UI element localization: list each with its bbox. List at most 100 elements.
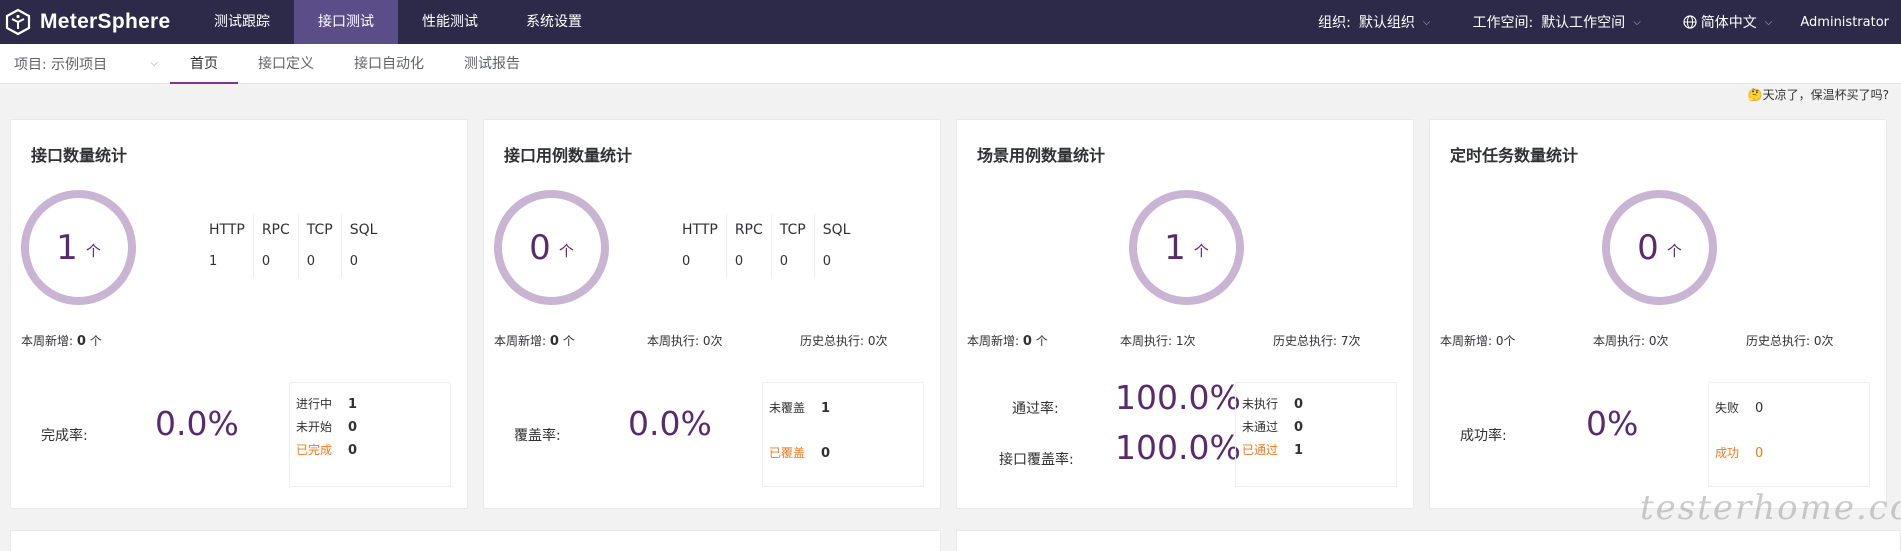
protocol-header: SQL [349,222,378,238]
menu-test-track[interactable]: 测试跟踪 [190,0,294,44]
legend-value: 0 [821,446,831,461]
status-legend: 未覆盖 1 已覆盖 0 [762,382,924,487]
workspace-label: 工作空间: [1472,15,1534,31]
count-number: 0 [529,227,551,268]
week-new-unit: 个 [89,334,102,348]
legend-label: 成功 [1715,446,1740,460]
chevron-down-icon: ⌵ [1764,16,1773,28]
week-new-stat: 本周新增: 0 个 [494,332,575,349]
legend-label: 未开始 [296,420,333,434]
protocol-header: HTTP [209,222,245,238]
pass-rate-label: 通过率: [1012,401,1059,417]
protocol-header: SQL [822,222,851,238]
legend-label: 未通过 [1242,420,1279,434]
status-legend: 未执行 0 未通过 0 已通过 1 [1235,382,1397,487]
project-select[interactable]: 项目: 示例项目 ⌵ [0,54,170,74]
org-select[interactable]: 默认组织 ⌵ [1359,12,1431,32]
protocol-value: 0 [349,254,359,269]
rate-label: 成功率: [1460,428,1507,444]
logo-text: MeterSphere [40,10,171,33]
legend-value: 1 [821,401,831,416]
legend-value: 0 [1294,420,1304,435]
count-number: 1 [1164,227,1186,268]
workspace-value: 默认工作空间 [1541,15,1626,31]
scenario-count-card: 场景用例数量统计 1 个 本周新增: 0 个 本周执行: 1次 历史总执行: 7… [956,119,1414,509]
api-count-card: 接口数量统计 1 个 HTTP 1 RPC 0 TCP 0 SQL 0 本周新增: 0 … [10,119,468,509]
protocol-value: 0 [734,254,744,269]
card-title: 接口数量统计 [31,146,128,165]
tab-api-definition[interactable]: 接口定义 [238,44,334,84]
legend-label: 失败 [1715,401,1740,415]
legend-label: 未覆盖 [769,401,806,415]
count-ring: 1 个 [21,190,136,305]
metersphere-logo-icon [5,8,31,36]
protocol-table: HTTP 0 RPC 0 TCP 0 SQL 0 [682,214,858,278]
menu-api-test[interactable]: 接口测试 [294,0,398,44]
legend-value: 0 [348,443,358,458]
rate-label: 覆盖率: [514,428,561,444]
chevron-down-icon: ⌵ [150,58,158,69]
week-exec-stat: 本周执行: 0次 [1593,334,1669,348]
tab-home[interactable]: 首页 [170,44,238,84]
protocol-value: 0 [779,254,789,269]
protocol-header: RPC [734,222,763,238]
count-unit: 个 [558,242,574,260]
legend-label: 已覆盖 [769,446,806,460]
language-value: 简体中文 [1700,15,1757,31]
card-title: 接口用例数量统计 [504,146,633,165]
main-menu: 测试跟踪 接口测试 性能测试 系统设置 [190,0,606,44]
rate-value: 0.0% [155,404,239,443]
menu-system-settings[interactable]: 系统设置 [502,0,606,44]
card-title: 场景用例数量统计 [977,146,1106,165]
week-new-label: 本周新增: [967,334,1020,348]
schedule-count-card: 定时任务数量统计 0 个 本周新增: 0个 本周执行: 0次 历史总执行: 0次… [1429,119,1887,509]
week-new-stat: 本周新增: 0个 [1440,334,1516,348]
count-ring: 0 个 [1602,190,1717,305]
coverage-rate-label: 接口覆盖率: [999,452,1074,468]
coverage-rate-value: 100.0% [1115,428,1241,467]
rate-label: 完成率: [41,428,88,444]
count-unit: 个 [85,242,101,260]
globe-icon [1683,15,1697,29]
history-exec-stat: 历史总执行: 7次 [1273,334,1361,348]
count-number: 0 [1637,227,1659,268]
count-ring: 1 个 [1129,190,1244,305]
count-unit: 个 [1666,242,1682,260]
week-new-label: 本周新增: [494,334,547,348]
protocol-header: HTTP [682,222,718,238]
language-select[interactable]: 简体中文 ⌵ [1683,12,1773,32]
org-label: 组织: [1318,15,1351,31]
week-exec-stat: 本周执行: 0次 [647,334,723,348]
workspace-select[interactable]: 默认工作空间 ⌵ [1541,12,1641,32]
chevron-down-icon: ⌵ [1633,16,1641,28]
chevron-down-icon: ⌵ [1422,16,1431,28]
week-new-value: 0 [76,334,86,349]
legend-label: 未执行 [1242,397,1279,411]
user-menu[interactable]: Administrator [1772,15,1901,30]
protocol-value: 0 [261,254,271,269]
status-legend: 进行中 1 未开始 0 已完成 0 [289,382,451,487]
tab-api-automation[interactable]: 接口自动化 [334,44,444,84]
count-number: 1 [56,227,78,268]
bottom-panel-left [10,530,941,551]
history-exec-stat: 历史总执行: 0次 [800,334,888,348]
pass-rate-value: 100.0% [1115,378,1241,417]
week-new-stat: 本周新增: 0 个 [967,332,1048,349]
count-ring: 0 个 [494,190,609,305]
legend-value: 0 [1755,446,1764,461]
logo[interactable]: MeterSphere [0,0,190,44]
tab-test-report[interactable]: 测试报告 [444,44,540,84]
rate-value: 0% [1586,404,1639,443]
legend-value: 1 [348,397,358,412]
week-new-unit: 个 [1035,334,1048,348]
protocol-header: RPC [261,222,290,238]
status-legend: 失败 0 成功 0 [1708,382,1870,487]
menu-performance-test[interactable]: 性能测试 [398,0,502,44]
week-new-value: 0 [549,334,559,349]
top-right-controls: 组织: 默认组织 ⌵ 工作空间: 默认工作空间 ⌵ 简体中文 ⌵ Adminis… [1318,0,1901,44]
history-exec-stat: 历史总执行: 0次 [1746,334,1834,348]
api-case-count-card: 接口用例数量统计 0 个 HTTP 0 RPC 0 TCP 0 SQL 0 本周新增: … [483,119,941,509]
protocol-value: 0 [822,254,832,269]
legend-label: 已完成 [296,443,333,457]
week-exec-stat: 本周执行: 1次 [1120,334,1196,348]
